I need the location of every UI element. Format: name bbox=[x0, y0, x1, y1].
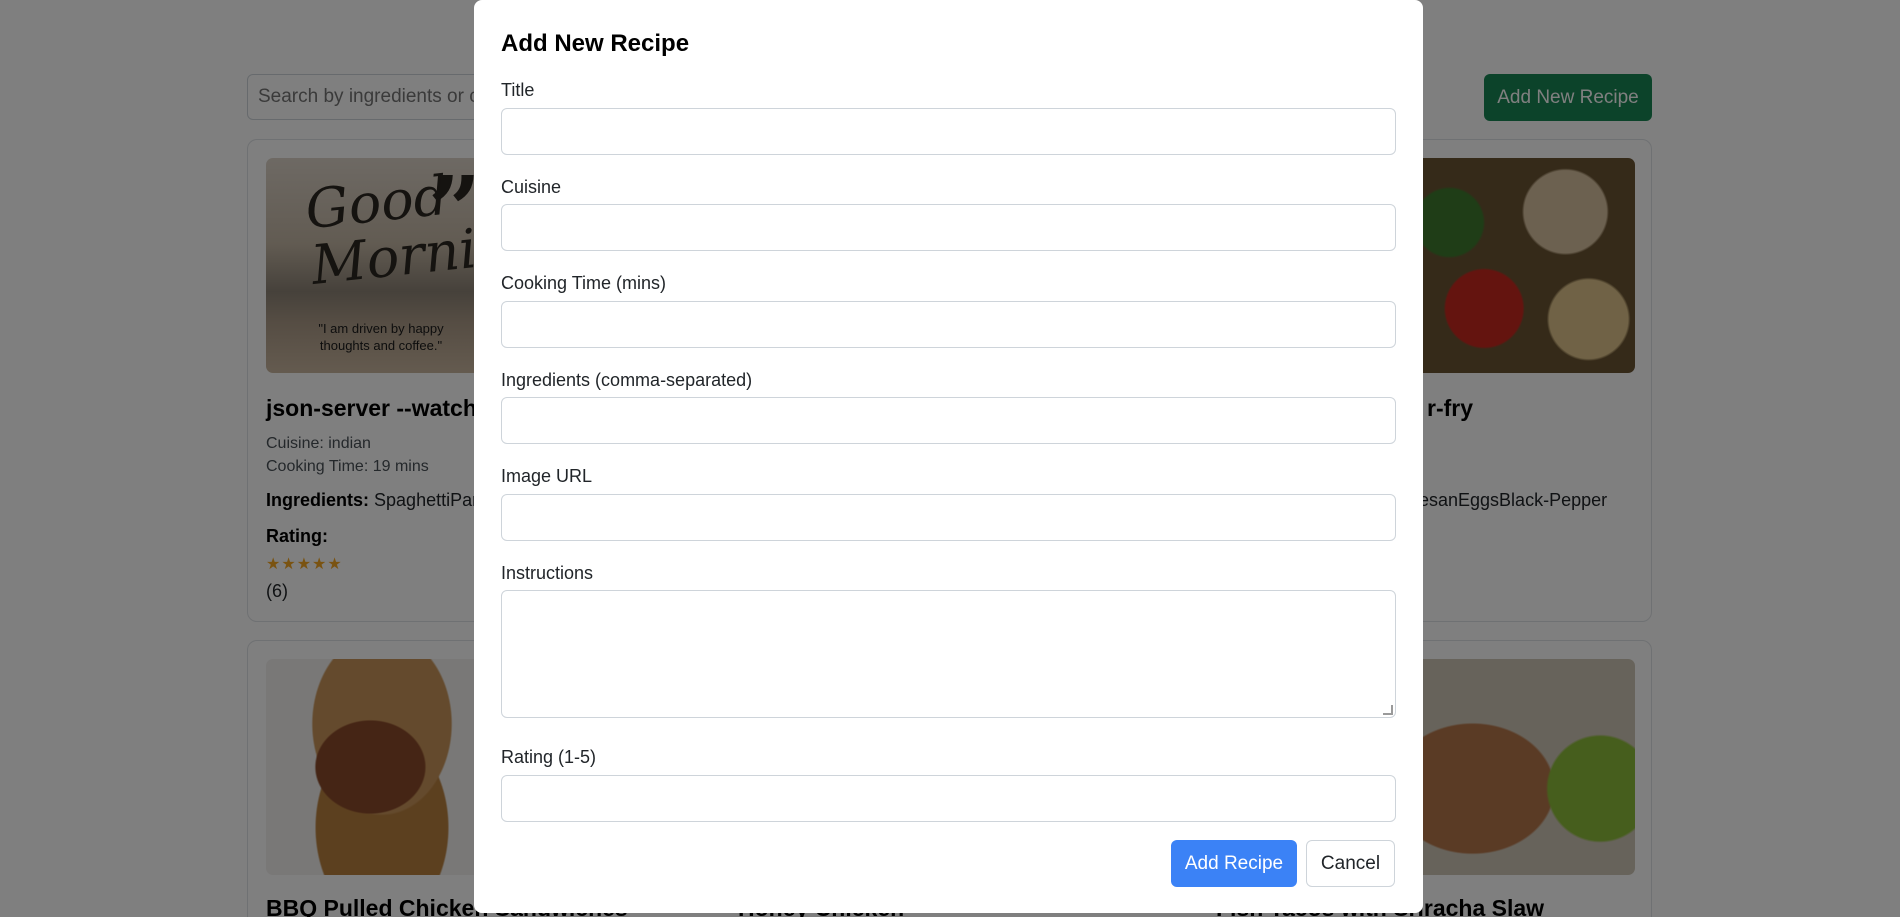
rating-label: Rating (1-5) bbox=[501, 747, 597, 767]
instructions-label: Instructions bbox=[501, 563, 594, 583]
instructions-textarea[interactable] bbox=[501, 590, 1396, 718]
cooking-time-input[interactable] bbox=[501, 301, 1396, 348]
image-url-input[interactable] bbox=[501, 494, 1396, 541]
title-input[interactable] bbox=[501, 108, 1396, 155]
add-recipe-button[interactable]: Add Recipe bbox=[1171, 840, 1297, 887]
cuisine-label: Cuisine bbox=[501, 177, 562, 197]
cuisine-input[interactable] bbox=[501, 204, 1396, 251]
rating-input[interactable] bbox=[501, 775, 1396, 822]
ingredients-input[interactable] bbox=[501, 397, 1396, 444]
title-label: Title bbox=[501, 80, 535, 100]
image-url-label: Image URL bbox=[501, 466, 593, 486]
modal-title: Add New Recipe bbox=[501, 30, 690, 57]
resize-handle-icon[interactable] bbox=[1383, 705, 1393, 715]
cancel-button[interactable]: Cancel bbox=[1306, 840, 1395, 887]
ingredients-label: Ingredients (comma-separated) bbox=[501, 370, 753, 390]
cooking-time-label: Cooking Time (mins) bbox=[501, 273, 667, 293]
add-recipe-modal: Add New Recipe Title Cuisine Cooking Tim… bbox=[474, 0, 1423, 913]
